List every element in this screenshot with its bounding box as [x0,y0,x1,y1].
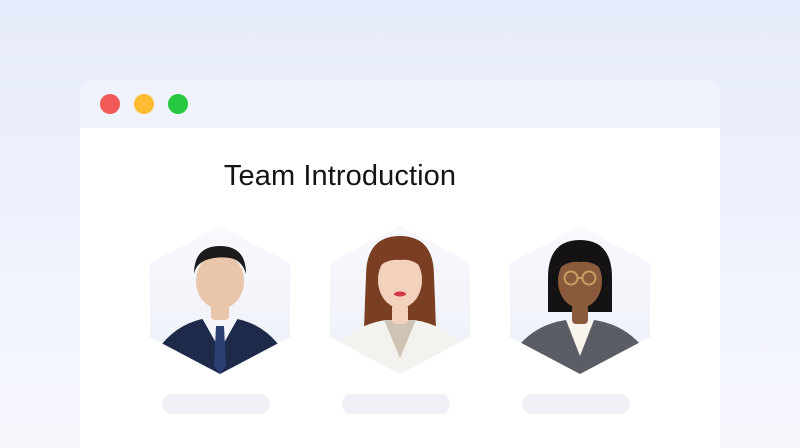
woman-in-white-blazer-avatar-icon [330,226,470,374]
avatar [510,226,650,374]
team-member-card[interactable] [330,226,470,416]
page-title: Team Introduction [223,160,457,192]
close-window-icon[interactable] [100,94,120,114]
window-titlebar [80,80,720,128]
avatar [150,226,290,374]
team-member-card[interactable] [510,226,650,416]
team-member-card[interactable] [150,226,290,416]
minimize-window-icon[interactable] [134,94,154,114]
avatar [330,226,470,374]
maximize-window-icon[interactable] [168,94,188,114]
member-name-placeholder [522,394,630,414]
member-name-placeholder [342,394,450,414]
woman-with-glasses-avatar-icon [510,226,650,374]
man-in-navy-suit-avatar-icon [150,226,290,374]
browser-window: Team Introduction [80,80,720,448]
member-name-placeholder [162,394,270,414]
